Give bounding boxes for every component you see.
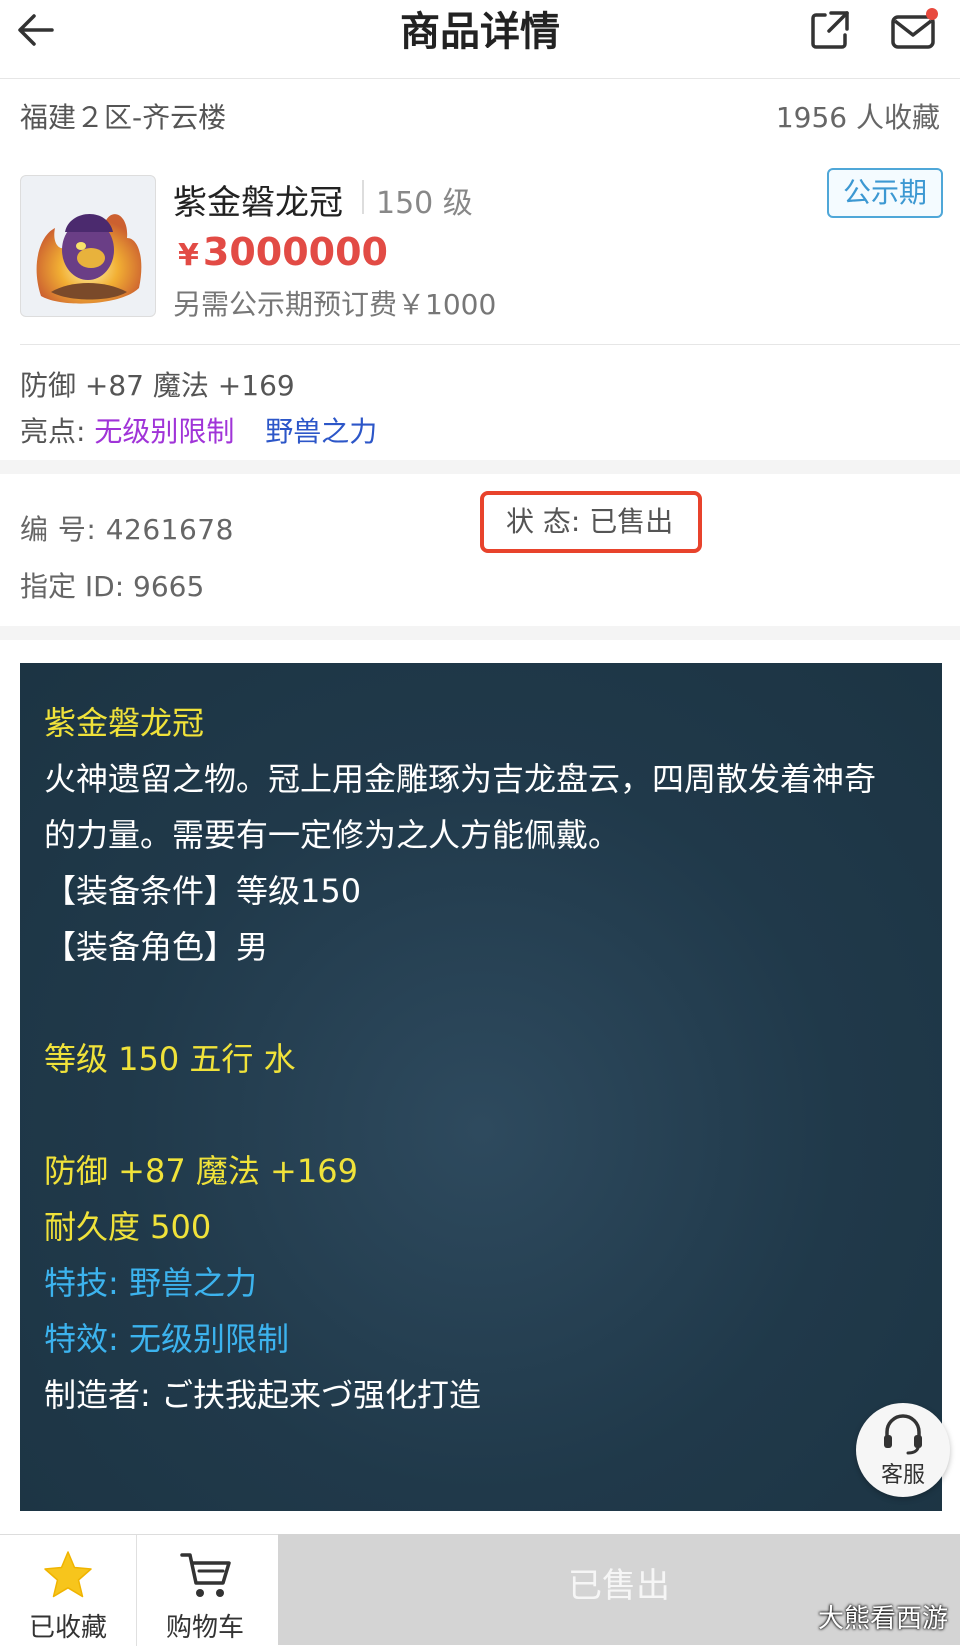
serial-number: 编 号: 4261678 [20,513,234,546]
item-name: 紫金磐龙冠 [173,183,343,223]
server-name: 福建２区-齐云楼 [20,101,227,134]
sale-status: 状 态: 已售出 [480,491,702,553]
item-stats: 防御 +87 魔法 +169 [20,369,295,402]
headset-icon [884,1414,922,1455]
cart-label: 购物车 [165,1613,244,1643]
item-thumbnail[interactable] [20,175,156,317]
highlight-tag-beast-power: 野兽之力 [265,415,378,448]
desc-maker: 制造者: ご扶我起来づ强化打造 [44,1376,481,1414]
currency-symbol: ¥ [178,238,199,273]
desc-requirement-role: 【装备角色】男 [44,928,269,966]
highlight-label: 亮点: [20,415,86,448]
desc-skill: 特技: 野兽之力 [44,1264,257,1302]
desc-effect: 特效: 无级别限制 [44,1320,289,1358]
title-divider [362,180,364,214]
watermark: 大熊看西游 [817,1604,948,1634]
item-description-panel: 紫金磐龙冠 火神遗留之物。冠上用金雕琢为吉龙盘云，四周散发着神奇 的力量。需要有… [20,663,942,1511]
item-price: ¥3000000 [178,230,388,274]
customer-service-label: 客服 [880,1463,925,1488]
divider [20,344,960,345]
publicity-badge: 公示期 [827,168,943,218]
highlight-tag-no-level-limit: 无级别限制 [94,415,235,448]
helmet-image-icon [36,213,142,304]
desc-text: 火神遗留之物。冠上用金雕琢为吉龙盘云，四周散发着神奇 [44,760,877,798]
share-icon [811,11,849,49]
favorite-label: 已收藏 [28,1613,107,1643]
desc-requirement-level: 【装备条件】等级150 [44,872,362,910]
price-value: 3000000 [202,230,388,274]
section-gap [0,460,960,474]
section-gap [0,626,960,640]
desc-item-name: 紫金磐龙冠 [44,704,205,742]
desc-level-element: 等级 150 五行 水 [44,1040,296,1078]
star-icon [44,1551,92,1598]
cart-icon [180,1553,231,1597]
desc-text: 的力量。需要有一定修为之人方能佩戴。 [44,816,621,854]
favorite-button[interactable]: 已收藏 [0,1535,136,1646]
share-button[interactable] [800,0,860,60]
top-nav-bar: 商品详情 [0,0,960,79]
unread-dot [926,8,938,20]
desc-stats: 防御 +87 魔法 +169 [44,1152,358,1190]
desc-durability: 耐久度 500 [44,1208,212,1246]
designated-id: 指定 ID: 9665 [20,570,205,603]
item-level: 150 级 [376,186,473,221]
favorite-count: 1956 人收藏 [775,101,940,134]
highlights: 亮点: 无级别限制 野兽之力 [20,410,377,450]
cart-button[interactable]: 购物车 [137,1535,273,1646]
reservation-fee: 另需公示期预订费￥1000 [173,288,497,321]
customer-service-button[interactable]: 客服 [856,1403,950,1497]
message-button[interactable] [884,0,944,60]
